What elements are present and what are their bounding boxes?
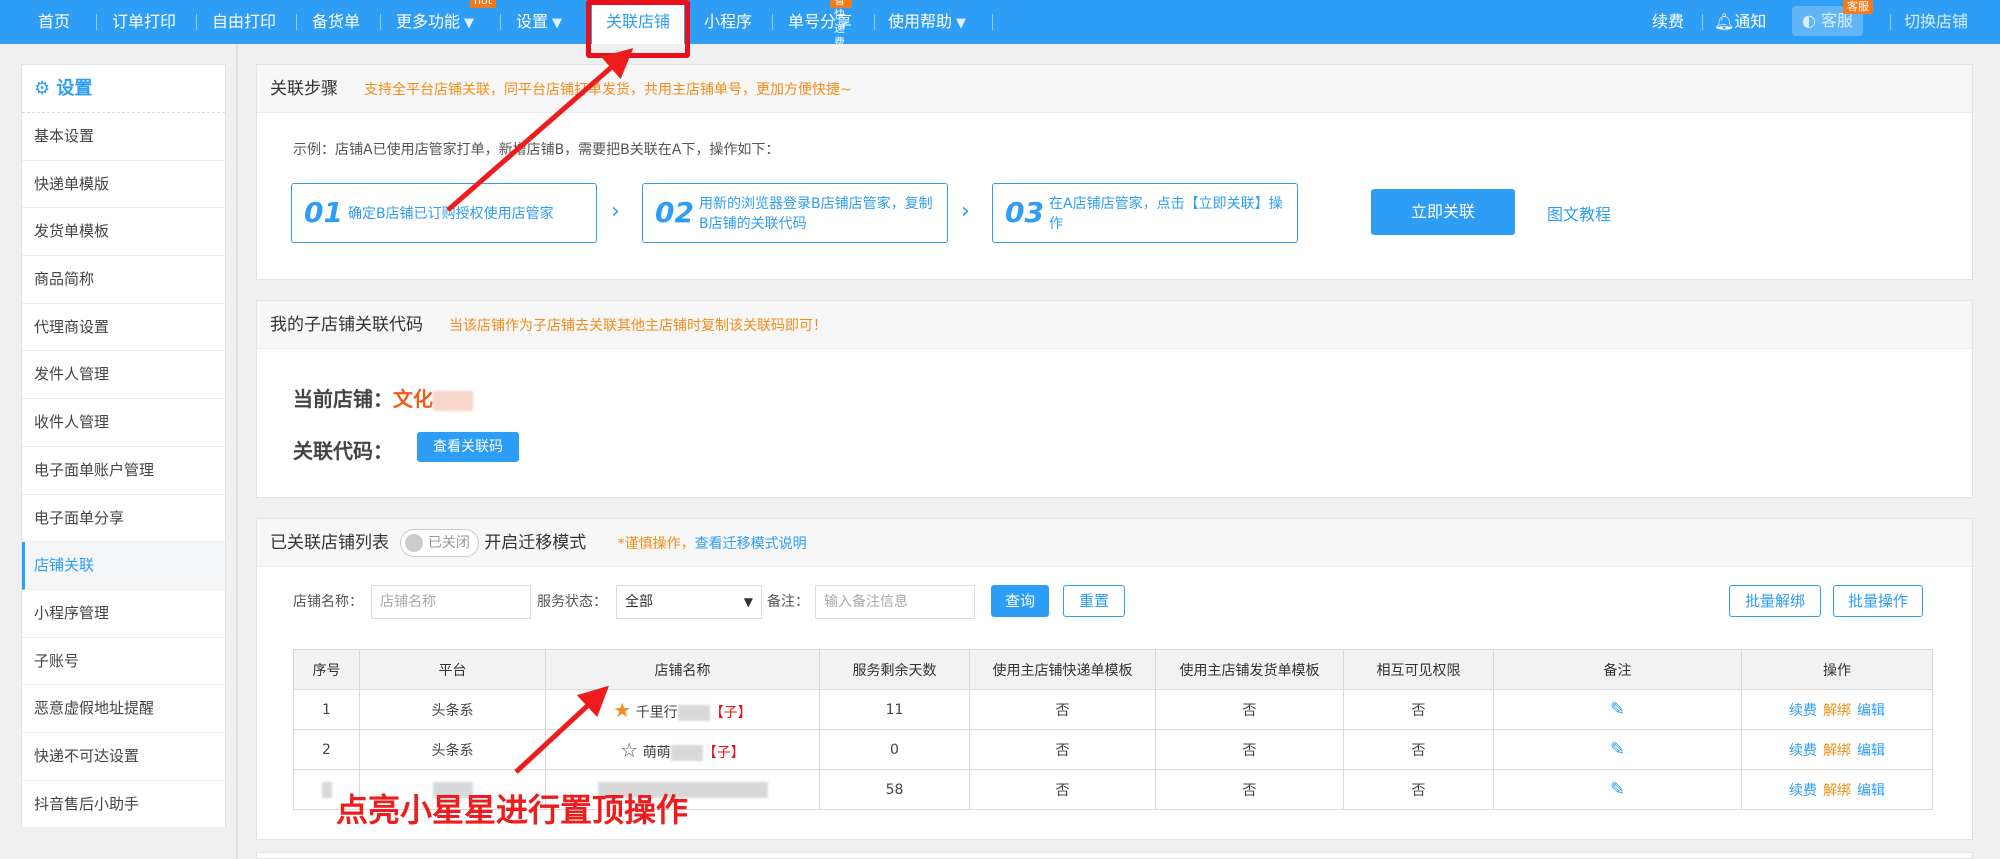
arrow-to-star: [514, 685, 610, 774]
arrow-to-nav: [446, 48, 634, 212]
annotation-text: 点亮小星星进行置顶操作: [336, 791, 689, 829]
annotation-arrows: [446, 48, 634, 774]
